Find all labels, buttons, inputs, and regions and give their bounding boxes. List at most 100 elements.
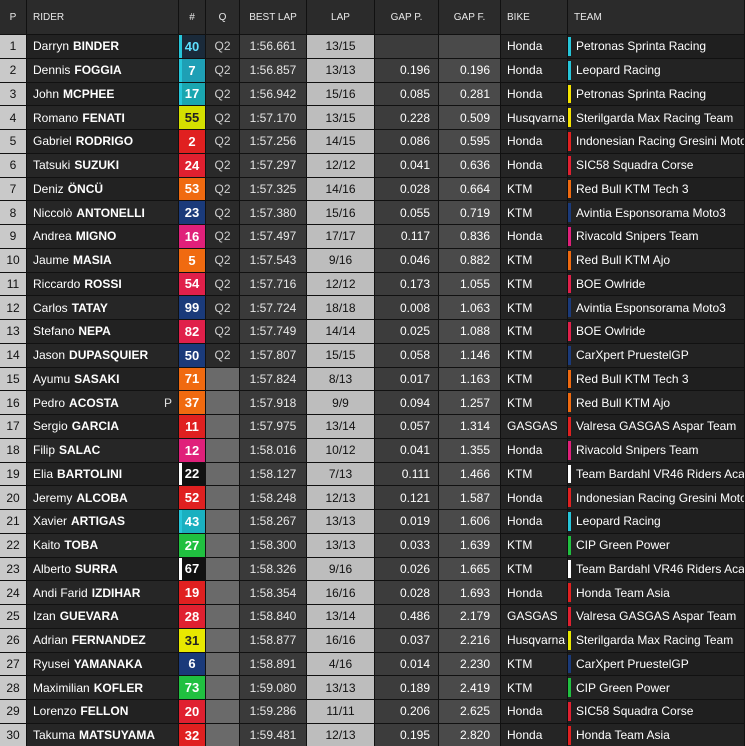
lap-count: 9/16 <box>307 557 375 582</box>
table-row[interactable]: 11 Riccardo ROSSI 54 Q2 1:57.716 12/12 0.173 1.0… <box>0 272 745 297</box>
table-row[interactable]: 28 Maximilian KOFLER 73 1:59.080 13/13 0.189 2.… <box>0 676 745 700</box>
gap-first: 0.882 <box>439 248 501 273</box>
qualifying-group: Q2 <box>206 106 240 130</box>
team-color-bar <box>568 488 571 507</box>
qualifying-group <box>206 557 240 582</box>
header-pos[interactable]: P <box>0 0 27 35</box>
gap-first: 0.509 <box>439 106 501 130</box>
header-number[interactable]: # <box>179 0 206 35</box>
table-row[interactable]: 5 Gabriel RODRIGO 2 Q2 1:57.256 14/15 0.086 0.59… <box>0 130 745 154</box>
table-row[interactable]: 16 Pedro ACOSTA P 37 1:57.918 9/9 0.094 1.257 KTM… <box>0 391 745 415</box>
gap-previous: 0.117 <box>375 225 439 249</box>
team-name: SIC58 Squadra Corse <box>568 700 745 724</box>
header-gap-p[interactable]: GAP P. <box>375 0 439 35</box>
header-rider[interactable]: RIDER <box>27 0 179 35</box>
best-lap: 1:57.325 <box>240 177 307 202</box>
number-badge: 50 <box>179 343 205 367</box>
lap-count: 13/13 <box>307 533 375 558</box>
lap-count: 14/14 <box>307 320 375 344</box>
table-row[interactable]: 14 Jason DUPASQUIER 50 Q2 1:57.807 15/15 0.058 1… <box>0 343 745 368</box>
best-lap: 1:56.942 <box>240 82 307 107</box>
rider-name: Jeremy ALCOBA <box>27 486 179 510</box>
number-color-bar <box>179 296 182 319</box>
bike-make: GASGAS <box>501 415 568 439</box>
table-row[interactable]: 8 Niccolò ANTONELLI 23 Q2 1:57.380 15/16 0.055 0… <box>0 201 745 225</box>
bike-make: Honda <box>501 82 568 107</box>
table-row[interactable]: 19 Elia BARTOLINI 22 1:58.127 7/13 0.111 1.466 K… <box>0 462 745 487</box>
gap-first: 1.693 <box>439 581 501 605</box>
rider-first-name: Maximilian <box>33 680 90 695</box>
team-name: Team Bardahl VR46 Riders Acad... <box>568 557 745 582</box>
table-row[interactable]: 10 Jaume MASIA 5 Q2 1:57.543 9/16 0.046 0.882 KTM… <box>0 248 745 273</box>
number-color-bar <box>179 130 182 153</box>
number-badge: 5 <box>179 248 205 272</box>
header-best-lap[interactable]: BEST LAP <box>240 0 307 35</box>
gap-previous: 0.228 <box>375 106 439 130</box>
position: 29 <box>0 700 27 724</box>
rider-number: 22 <box>179 462 206 487</box>
table-row[interactable]: 26 Adrian FERNANDEZ 31 1:58.877 16/16 0.037 2.2… <box>0 628 745 653</box>
position: 12 <box>0 296 27 320</box>
lap-count: 10/12 <box>307 438 375 463</box>
gap-previous: 0.055 <box>375 201 439 225</box>
number-badge: 40 <box>179 35 205 58</box>
bike-make: Honda <box>501 438 568 463</box>
table-row[interactable]: 25 Izan GUEVARA 28 1:58.840 13/14 0.486 2.179 GA… <box>0 605 745 629</box>
qualifying-group <box>206 462 240 487</box>
table-row[interactable]: 24 Andi Farid IZDIHAR 19 1:58.354 16/16 0.028 1… <box>0 581 745 605</box>
table-row[interactable]: 18 Filip SALAC 12 1:58.016 10/12 0.041 1.355 Hon… <box>0 438 745 463</box>
rider-name: Izan GUEVARA <box>27 605 179 629</box>
table-row[interactable]: 30 Takuma MATSUYAMA 32 1:59.481 12/13 0.195 2.8… <box>0 723 745 746</box>
team-name: CIP Green Power <box>568 533 745 558</box>
lap-count: 13/13 <box>307 510 375 534</box>
gap-first: 2.216 <box>439 628 501 653</box>
table-row[interactable]: 23 Alberto SURRA 67 1:58.326 9/16 0.026 1.665 KT… <box>0 557 745 582</box>
table-row[interactable]: 2 Dennis FOGGIA 7 Q2 1:56.857 13/13 0.196 0.196 H… <box>0 58 745 83</box>
table-row[interactable]: 9 Andrea MIGNO 16 Q2 1:57.497 17/17 0.117 0.836 H… <box>0 225 745 249</box>
gap-previous: 0.017 <box>375 367 439 392</box>
header-team[interactable]: TEAM <box>568 0 745 35</box>
table-row[interactable]: 4 Romano FENATI 55 Q2 1:57.170 13/15 0.228 0.509… <box>0 106 745 130</box>
rider-number: 82 <box>179 320 206 344</box>
gap-first: 1.146 <box>439 343 501 368</box>
qualifying-group <box>206 438 240 463</box>
gap-first: 0.281 <box>439 82 501 107</box>
table-row[interactable]: 1 Darryn BINDER 40 Q2 1:56.661 13/15 Honda Petro… <box>0 35 745 59</box>
table-row[interactable]: 20 Jeremy ALCOBA 52 1:58.248 12/13 0.121 1.587 H… <box>0 486 745 510</box>
number-badge: 53 <box>179 177 205 201</box>
bike-make: KTM <box>501 296 568 320</box>
team-label: CarXpert PruestelGP <box>576 348 689 363</box>
table-row[interactable]: 22 Kaito TOBA 27 1:58.300 13/13 0.033 1.639 KTM C… <box>0 533 745 558</box>
qualifying-group <box>206 510 240 534</box>
rider-name: Andrea MIGNO <box>27 225 179 249</box>
table-row[interactable]: 15 Ayumu SASAKI 71 1:57.824 8/13 0.017 1.163 KTM… <box>0 367 745 392</box>
number-badge: 31 <box>179 628 205 652</box>
header-lap[interactable]: LAP <box>307 0 375 35</box>
table-row[interactable]: 13 Stefano NEPA 82 Q2 1:57.749 14/14 0.025 1.088… <box>0 320 745 344</box>
header-q[interactable]: Q <box>206 0 240 35</box>
number-color-bar <box>179 225 182 248</box>
qualifying-group <box>206 391 240 415</box>
table-row[interactable]: 3 John MCPHEE 17 Q2 1:56.942 15/16 0.085 0.281 Ho… <box>0 82 745 107</box>
table-row[interactable]: 29 Lorenzo FELLON 20 1:59.286 11/11 0.206 2.625… <box>0 700 745 724</box>
team-label: Team Bardahl VR46 Riders Acad... <box>576 561 745 576</box>
team-color-bar <box>568 393 571 412</box>
table-row[interactable]: 7 Deniz ÖNCÜ 53 Q2 1:57.325 14/16 0.028 0.664 KTM… <box>0 177 745 202</box>
bike-make: KTM <box>501 557 568 582</box>
table-row[interactable]: 6 Tatsuki SUZUKI 24 Q2 1:57.297 12/12 0.041 0.63… <box>0 153 745 178</box>
team-name: BOE Owlride <box>568 272 745 297</box>
gap-previous: 0.028 <box>375 581 439 605</box>
header-gap-f[interactable]: GAP F. <box>439 0 501 35</box>
header-bike[interactable]: BIKE <box>501 0 568 35</box>
number-color-bar <box>179 723 182 746</box>
gap-first: 0.719 <box>439 201 501 225</box>
table-row[interactable]: 21 Xavier ARTIGAS 43 1:58.267 13/13 0.019 1.606… <box>0 510 745 534</box>
rider-name: Sergio GARCIA <box>27 415 179 439</box>
rider-first-name: Jaume <box>33 253 70 268</box>
table-row[interactable]: 12 Carlos TATAY 99 Q2 1:57.724 18/18 0.008 1.063… <box>0 296 745 320</box>
gap-first: 2.419 <box>439 676 501 700</box>
number-badge: 2 <box>179 130 205 153</box>
bike-make: KTM <box>501 248 568 273</box>
table-row[interactable]: 17 Sergio GARCIA 11 1:57.975 13/14 0.057 1.314 G… <box>0 415 745 439</box>
table-row[interactable]: 27 Ryusei YAMANAKA 6 1:58.891 4/16 0.014 2.230 K… <box>0 652 745 677</box>
